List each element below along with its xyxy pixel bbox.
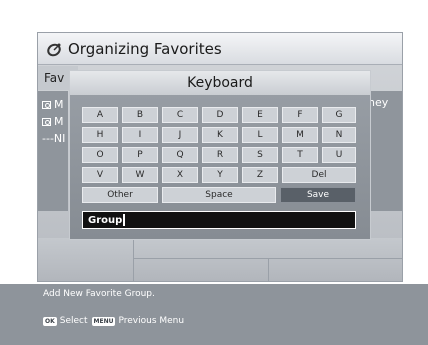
key-f[interactable]: F — [282, 107, 318, 123]
right-list-text: ney — [368, 96, 389, 109]
channel-row[interactable]: ---NI — [42, 131, 65, 146]
input-value: Group — [88, 214, 123, 226]
group-name-input[interactable]: Group — [82, 211, 356, 229]
help-bar: Add New Favorite Group. OK Select MENU P… — [0, 284, 428, 345]
help-message: Add New Favorite Group. — [43, 289, 155, 299]
other-key[interactable]: Other — [82, 187, 158, 203]
key-h[interactable]: H — [82, 127, 118, 143]
window-title: Organizing Favorites — [68, 39, 222, 58]
grid-divider — [133, 238, 134, 281]
channel-name: M — [54, 98, 64, 111]
key-p[interactable]: P — [122, 147, 158, 163]
key-i[interactable]: I — [122, 127, 158, 143]
key-d[interactable]: D — [202, 107, 238, 123]
channel-name: ---NI — [42, 132, 66, 145]
key-b[interactable]: B — [122, 107, 158, 123]
right-list-pane: ney — [368, 91, 402, 211]
key-l[interactable]: L — [242, 127, 278, 143]
key-k[interactable]: K — [202, 127, 238, 143]
key-g[interactable]: G — [322, 107, 356, 123]
key-w[interactable]: W — [122, 167, 158, 183]
channel-pane: M M ---NI — [38, 91, 68, 211]
key-a[interactable]: A — [82, 107, 118, 123]
button-hints: OK Select MENU Previous Menu — [43, 316, 188, 326]
key-e[interactable]: E — [242, 107, 278, 123]
tv-screen: Organizing Favorites Fav L M M ---NI ney — [0, 0, 428, 345]
key-r[interactable]: R — [202, 147, 238, 163]
key-z[interactable]: Z — [242, 167, 278, 183]
menu-button-icon: MENU — [91, 316, 116, 326]
delete-key[interactable]: Del — [282, 167, 356, 183]
satellite-icon — [47, 43, 61, 56]
key-q[interactable]: Q — [162, 147, 198, 163]
key-u[interactable]: U — [322, 147, 356, 163]
key-j[interactable]: J — [162, 127, 198, 143]
keyboard-title: Keyboard — [187, 75, 253, 91]
key-y[interactable]: Y — [202, 167, 238, 183]
tv-channel-icon — [42, 117, 51, 126]
channel-row[interactable]: M — [42, 114, 64, 129]
key-v[interactable]: V — [82, 167, 118, 183]
key-t[interactable]: T — [282, 147, 318, 163]
key-s[interactable]: S — [242, 147, 278, 163]
key-n[interactable]: N — [322, 127, 356, 143]
key-m[interactable]: M — [282, 127, 318, 143]
ok-button-icon: OK — [43, 316, 57, 326]
channel-row[interactable]: M — [42, 97, 64, 112]
tv-channel-icon — [42, 100, 51, 109]
channel-name: M — [54, 115, 64, 128]
title-bar: Organizing Favorites — [38, 33, 402, 65]
key-c[interactable]: C — [162, 107, 198, 123]
space-key[interactable]: Space — [162, 187, 276, 203]
grid-divider — [268, 258, 269, 281]
keyboard-dialog: Keyboard A B C D E F G H I J K L M N O P… — [69, 70, 371, 240]
text-cursor — [123, 214, 126, 226]
keyboard-title-bar: Keyboard — [70, 71, 370, 95]
previous-menu-hint: Previous Menu — [118, 316, 185, 326]
key-x[interactable]: X — [162, 167, 198, 183]
select-hint: Select — [59, 316, 88, 326]
save-key[interactable]: Save — [280, 187, 356, 203]
key-o[interactable]: O — [82, 147, 118, 163]
lower-grid-area — [38, 238, 402, 281]
